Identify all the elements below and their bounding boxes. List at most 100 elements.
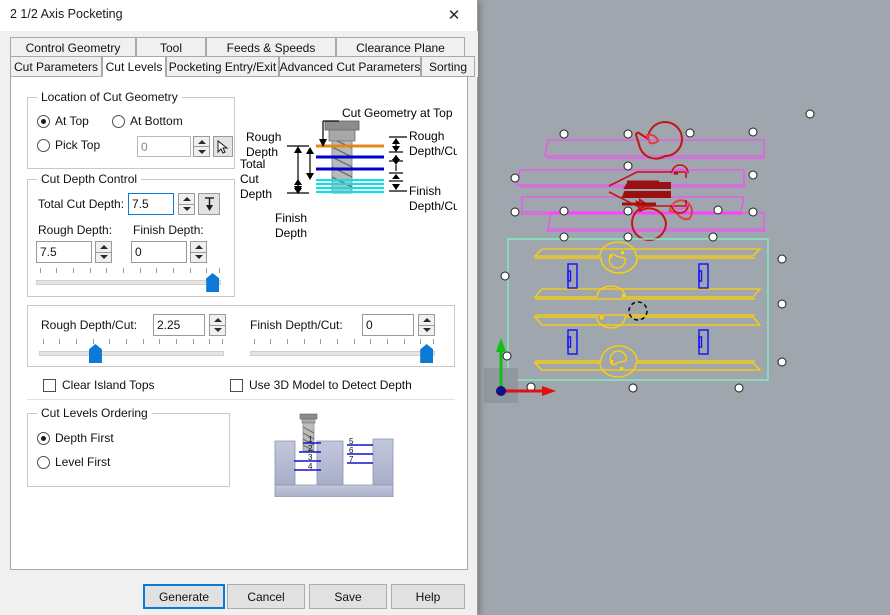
cut-levels-ordering-group: Cut Levels Ordering Depth First Level Fi… — [27, 406, 230, 487]
rough-depth-cut-label: Rough Depth/Cut: — [41, 318, 138, 332]
spinner-down-icon[interactable] — [190, 251, 207, 263]
diagram-label-total-1: Total — [240, 157, 265, 171]
diagram-label-rough-dc-1: Rough — [409, 129, 444, 143]
level-number-1: 1 — [308, 435, 313, 444]
tab-cut-levels[interactable]: Cut Levels — [102, 56, 166, 77]
level-number-2: 2 — [308, 444, 313, 453]
diagram-label-finish-dc-1: Finish — [409, 184, 441, 198]
generate-button[interactable]: Generate — [143, 584, 225, 609]
rough-depth-cut-spinner[interactable] — [209, 314, 226, 336]
tab-page-cut-levels: Location of Cut Geometry At Top At Botto… — [10, 76, 468, 570]
level-number-6: 6 — [349, 446, 354, 455]
spinner-down-icon[interactable] — [178, 203, 195, 215]
radio-dot-icon — [37, 431, 50, 445]
radio-at-top-label: At Top — [55, 114, 89, 128]
slider-track — [39, 351, 224, 356]
spinner-up-icon[interactable] — [418, 314, 435, 325]
tab-pocketing-entry-exit[interactable]: Pocketing Entry/Exit — [166, 56, 279, 77]
diagram-label-rough-depth-1: Rough — [246, 130, 281, 144]
depth-per-cut-group: Rough Depth/Cut: 2.25 Finish Depth/Cut: … — [27, 305, 455, 367]
level-number-3: 3 — [308, 453, 313, 462]
tab-tool[interactable]: Tool — [136, 37, 206, 58]
spinner-up-icon[interactable] — [193, 136, 210, 146]
finish-depth-cut-spinner[interactable] — [418, 314, 435, 336]
cut-levels-ordering-diagram: 1 2 3 4 5 6 7 — [263, 413, 408, 498]
pick-top-input[interactable]: 0 — [137, 136, 191, 157]
checkbox-use-3d-model[interactable]: Use 3D Model to Detect Depth — [230, 378, 412, 392]
tab-control-geometry[interactable]: Control Geometry — [10, 37, 136, 58]
finish-depth-input[interactable]: 0 — [131, 241, 187, 263]
radio-at-bottom[interactable]: At Bottom — [112, 114, 183, 128]
radio-dot-icon — [37, 138, 50, 152]
tab-advanced-cut-parameters[interactable]: Advanced Cut Parameters — [279, 56, 421, 77]
measure-depth-icon[interactable] — [198, 193, 220, 215]
radio-at-bottom-label: At Bottom — [130, 114, 183, 128]
total-depth-slider[interactable] — [36, 268, 221, 292]
radio-level-first[interactable]: Level First — [37, 455, 110, 469]
slider-thumb[interactable] — [420, 344, 434, 363]
spinner-up-icon[interactable] — [178, 193, 195, 204]
total-cut-depth-input[interactable]: 7.5 — [128, 193, 174, 215]
slider-ticks — [39, 339, 224, 345]
rough-depth-label: Rough Depth: — [38, 223, 113, 237]
diagram-label-finish-dc-2: Depth/Cut — [409, 199, 457, 213]
location-group-title: Location of Cut Geometry — [37, 90, 182, 104]
spinner-up-icon[interactable] — [95, 241, 112, 252]
pocketing-dialog: 2 1/2 Axis Pocketing ✕ Control Geometry … — [0, 0, 478, 615]
cut-depth-control-group: Cut Depth Control Total Cut Depth: 7.5 R… — [27, 172, 235, 297]
slider-thumb[interactable] — [88, 344, 102, 363]
rough-depth-input[interactable]: 7.5 — [36, 241, 92, 263]
radio-depth-first[interactable]: Depth First — [37, 431, 114, 445]
dialog-title: 2 1/2 Axis Pocketing — [10, 7, 123, 21]
finish-depth-label: Finish Depth: — [133, 223, 204, 237]
radio-level-first-label: Level First — [55, 455, 111, 469]
tab-clearance-plane[interactable]: Clearance Plane — [336, 37, 465, 58]
total-cut-depth-label: Total Cut Depth: — [38, 197, 125, 211]
spinner-down-icon[interactable] — [95, 251, 112, 263]
diagram-label-total-3: Depth — [240, 187, 272, 201]
cut-depth-diagram: Rough Depth Total Cut Depth Finish Depth… — [239, 95, 464, 295]
rough-depth-cut-slider[interactable] — [39, 339, 224, 363]
section-divider — [27, 399, 455, 400]
spinner-down-icon[interactable] — [193, 146, 210, 157]
radio-dot-icon — [37, 114, 50, 128]
diagram-label-cut-geom-top: Cut Geometry at Top — [342, 106, 453, 120]
rough-depth-spinner[interactable] — [95, 241, 112, 263]
pick-top-spinner[interactable] — [193, 136, 210, 157]
location-of-cut-geometry-group: Location of Cut Geometry At Top At Botto… — [27, 90, 235, 169]
tab-sorting[interactable]: Sorting — [421, 56, 475, 77]
close-icon[interactable]: ✕ — [431, 0, 477, 30]
rough-depth-cut-input[interactable]: 2.25 — [153, 314, 205, 336]
spinner-up-icon[interactable] — [190, 241, 207, 252]
ordering-group-title: Cut Levels Ordering — [37, 406, 152, 420]
level-number-4: 4 — [308, 462, 313, 471]
cancel-button[interactable]: Cancel — [227, 584, 305, 609]
checkbox-clear-island-tops[interactable]: Clear Island Tops — [43, 378, 155, 392]
finish-depth-spinner[interactable] — [190, 241, 207, 263]
tab-feeds-speeds[interactable]: Feeds & Speeds — [206, 37, 336, 58]
radio-pick-top[interactable]: Pick Top — [37, 138, 100, 152]
spinner-down-icon[interactable] — [209, 324, 226, 336]
slider-thumb[interactable] — [206, 273, 220, 292]
slider-track — [36, 280, 221, 285]
finish-depth-cut-input[interactable]: 0 — [362, 314, 414, 336]
diagram-label-finish-1: Finish — [275, 211, 307, 225]
slider-track — [250, 351, 435, 356]
diagram-label-finish-2: Depth — [275, 226, 307, 240]
radio-at-top[interactable]: At Top — [37, 114, 89, 128]
slider-ticks — [36, 268, 221, 274]
checkbox-box-icon — [43, 378, 56, 392]
spinner-down-icon[interactable] — [418, 324, 435, 336]
radio-depth-first-label: Depth First — [55, 431, 114, 445]
cut-depth-group-title: Cut Depth Control — [37, 172, 142, 186]
tab-cut-parameters[interactable]: Cut Parameters — [10, 56, 102, 77]
total-cut-depth-spinner[interactable] — [178, 193, 195, 215]
tab-strip: Control Geometry Tool Feeds & Speeds Cle… — [0, 31, 478, 77]
pick-cursor-icon[interactable] — [213, 136, 233, 157]
diagram-label-total-2: Cut — [240, 172, 259, 186]
help-button[interactable]: Help — [391, 584, 465, 609]
diagram-label-rough-dc-2: Depth/Cut — [409, 144, 457, 158]
save-button[interactable]: Save — [309, 584, 387, 609]
spinner-up-icon[interactable] — [209, 314, 226, 325]
finish-depth-cut-slider[interactable] — [250, 339, 435, 363]
